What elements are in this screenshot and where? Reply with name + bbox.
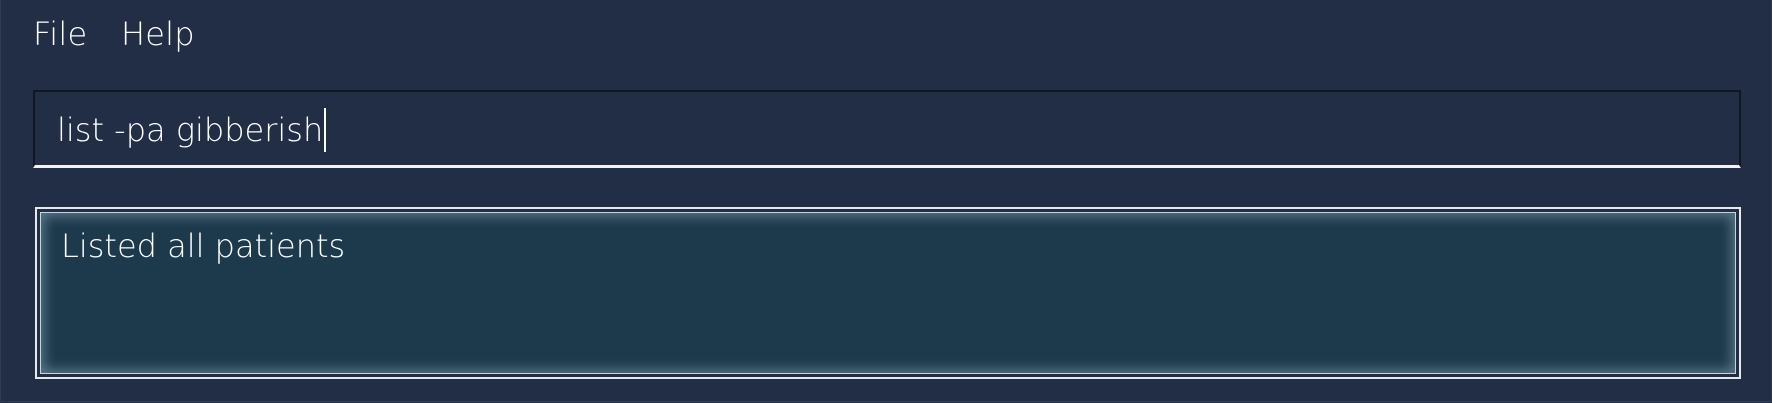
result-message: Listed all patients <box>61 227 346 265</box>
menu-help[interactable]: Help <box>121 14 195 54</box>
command-box[interactable]: list -pa gibberish <box>33 90 1741 168</box>
text-caret <box>324 108 327 152</box>
command-input-text: list -pa gibberish <box>57 111 324 149</box>
result-display-panel: Listed all patients <box>40 212 1736 374</box>
menu-file[interactable]: File <box>33 14 87 54</box>
command-input[interactable]: list -pa gibberish <box>57 104 327 156</box>
result-display: Listed all patients <box>35 207 1741 379</box>
menu-bar: File Help <box>0 0 1772 70</box>
